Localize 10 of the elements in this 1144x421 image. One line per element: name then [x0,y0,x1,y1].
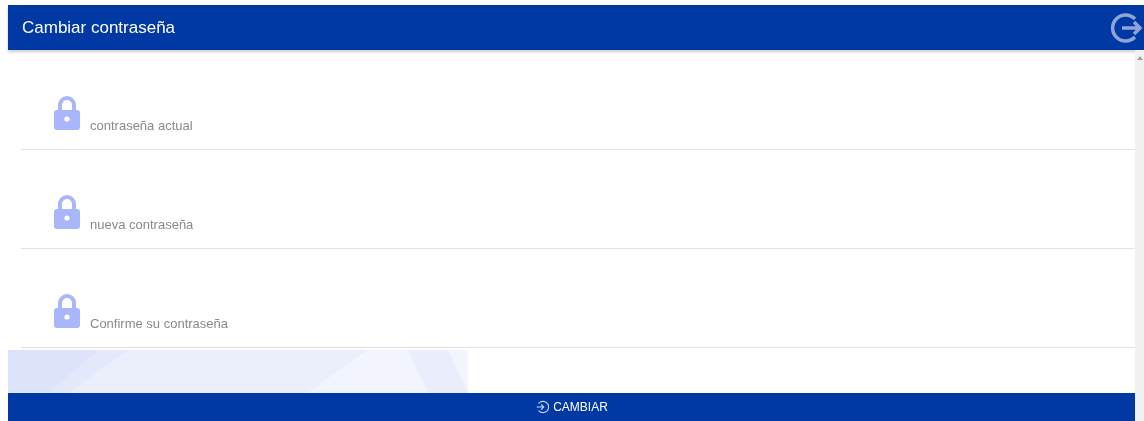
enter-icon [535,400,550,414]
change-button[interactable]: CAMBIAR [8,393,1135,421]
password-field[interactable]: contraseña actual [90,118,490,133]
password-field[interactable]: Confirme su contraseña [90,316,490,331]
window-title: Cambiar contraseña [21,17,176,38]
lock-icon [53,95,81,131]
lock-icon [53,293,81,329]
scrollbar[interactable] [1135,50,1144,421]
password-field[interactable]: nueva contraseña [90,217,490,232]
lock-icon [53,194,81,230]
